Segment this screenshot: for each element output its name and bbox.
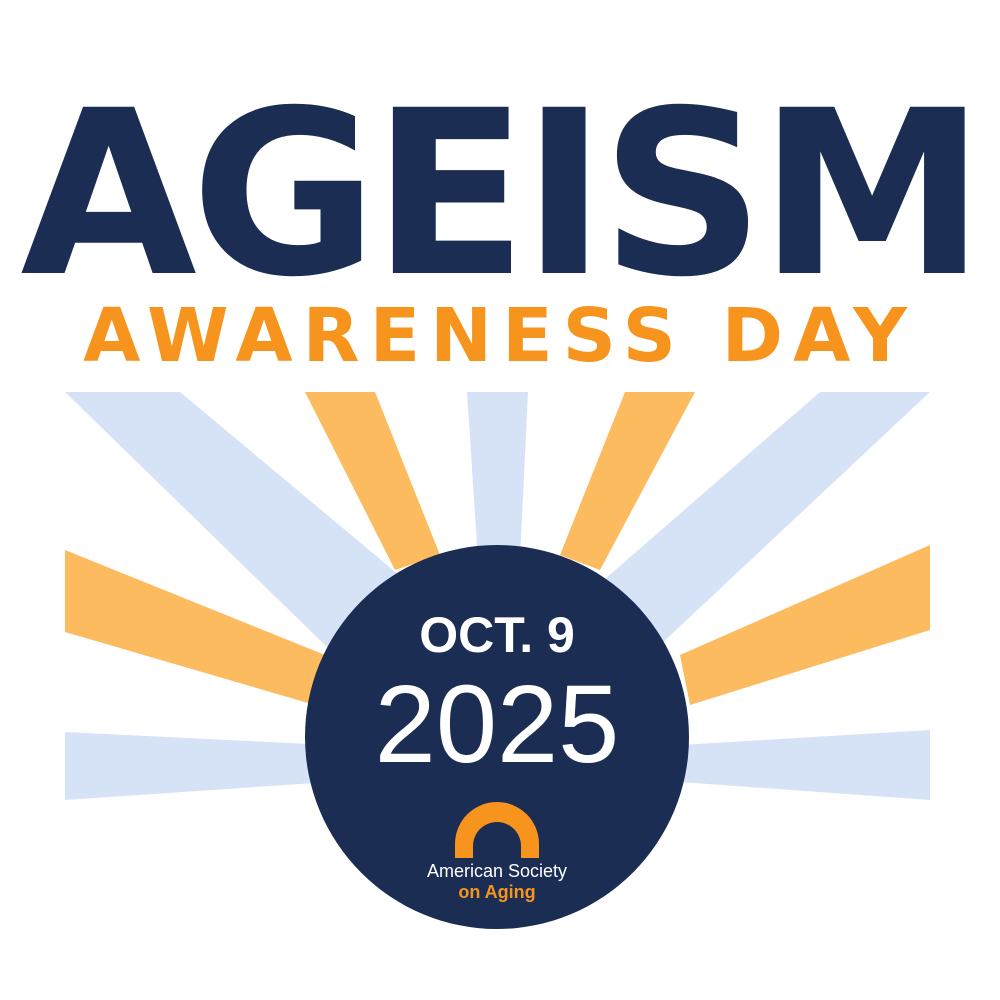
ray-left-lower: [65, 732, 330, 800]
date-badge: OCT. 9 2025 American Society on Aging: [305, 545, 689, 929]
organization-name-line1: American Society: [426, 861, 568, 881]
headline-title: AGEISM: [20, 61, 985, 327]
event-date: OCT. 9: [419, 607, 575, 663]
event-year: 2025: [374, 663, 620, 786]
ray-center: [467, 392, 528, 560]
arch-logo-icon: [455, 802, 539, 858]
ray-right-lower: [680, 730, 930, 800]
subtitle: AWARENESS DAY: [83, 293, 917, 379]
organization-name-line2: on Aging: [458, 882, 536, 902]
